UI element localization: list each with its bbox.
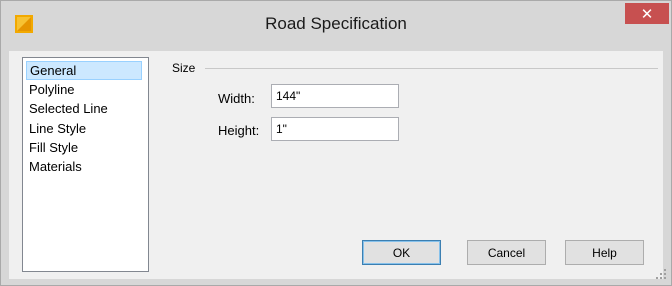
ok-button[interactable]: OK	[362, 240, 441, 265]
category-item-general[interactable]: General	[26, 61, 142, 80]
width-input[interactable]	[271, 84, 399, 108]
close-icon: ✕	[640, 5, 654, 23]
category-item-materials[interactable]: Materials	[26, 157, 142, 176]
size-group-label: Size	[172, 61, 196, 75]
resize-grip-icon[interactable]	[655, 268, 667, 280]
category-item-fill-style[interactable]: Fill Style	[26, 138, 142, 157]
close-button[interactable]: ✕	[625, 3, 669, 24]
width-label: Width:	[218, 91, 255, 106]
category-list[interactable]: General Polyline Selected Line Line Styl…	[22, 57, 149, 272]
dialog-title: Road Specification	[265, 14, 407, 33]
title-bar[interactable]: Road Specification ✕	[1, 1, 671, 51]
help-button[interactable]: Help	[565, 240, 644, 265]
size-group-divider	[205, 68, 658, 69]
category-item-polyline[interactable]: Polyline	[26, 80, 142, 99]
category-item-line-style[interactable]: Line Style	[26, 119, 142, 138]
category-item-selected-line[interactable]: Selected Line	[26, 99, 142, 118]
height-label: Height:	[218, 123, 260, 138]
cancel-button[interactable]: Cancel	[467, 240, 546, 265]
height-input[interactable]	[271, 117, 399, 141]
